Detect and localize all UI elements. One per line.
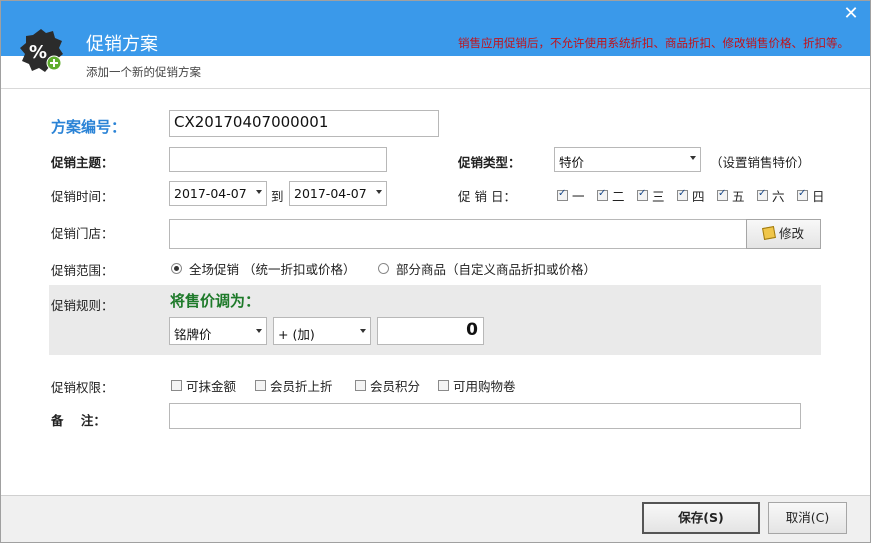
day-checkbox-6[interactable]: 六 [757, 186, 785, 205]
store-label: 促销门店： [51, 226, 114, 241]
range-all-label: 全场促销 （统一折扣或价格） [189, 262, 356, 277]
day-label: 促 销 日： [458, 189, 516, 204]
header-divider [0, 88, 871, 89]
perm-label-2: 会员折上折 [270, 379, 333, 394]
plan-no-field[interactable]: CX20170407000001 [169, 110, 439, 137]
radio-icon [171, 263, 182, 274]
note-input[interactable] [169, 403, 801, 429]
day-label-7: 日 [812, 189, 825, 204]
window-subtitle: 添加一个新的促销方案 [86, 65, 201, 79]
svg-text:%: % [29, 42, 47, 63]
day-checkbox-7[interactable]: 日 [797, 186, 825, 205]
notice-text: 销售应用促销后，不允许使用系统折扣、商品折扣、修改销售价格、折扣等。 [458, 36, 849, 50]
range-partial-label: 部分商品（自定义商品折扣或价格） [396, 262, 597, 277]
rule-label: 促销规则： [51, 298, 114, 313]
perm-label-3: 会员积分 [370, 379, 421, 394]
type-label: 促销类型： [458, 155, 521, 170]
chevron-down-icon [690, 156, 696, 160]
chevron-down-icon [376, 190, 382, 194]
checkbox-icon [717, 188, 728, 201]
edit-store-label: 修改 [778, 226, 804, 241]
plan-no-label: 方案编号： [51, 118, 127, 136]
perm-label-1: 可抹金额 [186, 379, 237, 394]
day-label-3: 三 [652, 189, 665, 204]
day-checkbox-2[interactable]: 二 [597, 186, 625, 205]
window-title: 促销方案 [86, 34, 158, 55]
perm-checkbox-3[interactable]: 会员积分 [355, 376, 420, 395]
checkbox-icon [677, 188, 688, 201]
day-label-4: 四 [692, 189, 705, 204]
checkbox-icon [557, 188, 568, 201]
date-to-picker[interactable]: 2017-04-07 [289, 181, 387, 206]
day-checkbox-5[interactable]: 五 [717, 186, 745, 205]
day-label-6: 六 [772, 189, 785, 204]
pencil-icon [762, 226, 776, 240]
operator-select[interactable]: + (加) [273, 317, 371, 345]
store-input[interactable] [169, 219, 747, 249]
day-label-2: 二 [612, 189, 625, 204]
chevron-down-icon [256, 190, 262, 194]
range-all-radio[interactable]: 全场促销 （统一折扣或价格） [171, 259, 355, 278]
theme-label: 促销主题： [51, 155, 114, 170]
day-checkbox-1[interactable]: 一 [557, 186, 585, 205]
perm-checkbox-4[interactable]: 可用购物卷 [438, 376, 516, 395]
chevron-down-icon [256, 329, 262, 333]
edit-store-button[interactable]: 修改 [746, 219, 821, 249]
checkbox-icon [438, 380, 449, 391]
checkbox-icon [255, 380, 266, 391]
close-icon[interactable]: ✕ [841, 4, 861, 24]
day-checkbox-3[interactable]: 三 [637, 186, 665, 205]
day-label-1: 一 [572, 189, 585, 204]
perm-checkbox-1[interactable]: 可抹金额 [171, 376, 236, 395]
checkbox-icon [797, 188, 808, 201]
checkbox-icon [637, 188, 648, 201]
type-hint: （设置销售特价） [710, 155, 811, 170]
percent-badge-icon: % [20, 29, 63, 72]
radio-icon [378, 263, 389, 274]
day-checkbox-4[interactable]: 四 [677, 186, 705, 205]
cancel-button[interactable]: 取消(C) [768, 502, 847, 534]
checkbox-icon [171, 380, 182, 391]
price-type-select[interactable]: 铭牌价 [169, 317, 267, 345]
chevron-down-icon [360, 329, 366, 333]
day-label-5: 五 [732, 189, 745, 204]
type-select[interactable]: 特价 [554, 147, 701, 172]
price-type-value: 铭牌价 [174, 327, 212, 342]
operator-value: + (加) [278, 327, 315, 342]
date-to-value: 2017-04-07 [294, 186, 367, 201]
save-button[interactable]: 保存(S) [642, 502, 760, 534]
note-label: 备 注： [51, 413, 106, 428]
range-label: 促销范围： [51, 263, 114, 278]
type-select-value: 特价 [559, 155, 585, 170]
theme-input[interactable] [169, 147, 387, 172]
range-partial-radio[interactable]: 部分商品（自定义商品折扣或价格） [378, 259, 596, 278]
perm-label-4: 可用购物卷 [453, 379, 516, 394]
time-label: 促销时间： [51, 189, 114, 204]
date-from-value: 2017-04-07 [174, 186, 247, 201]
perm-checkbox-2[interactable]: 会员折上折 [255, 376, 333, 395]
checkbox-icon [597, 188, 608, 201]
rule-title: 将售价调为： [170, 292, 261, 310]
checkbox-icon [355, 380, 366, 391]
rule-value-input[interactable]: 0 [377, 317, 484, 345]
checkbox-icon [757, 188, 768, 201]
perm-label: 促销权限： [51, 380, 114, 395]
date-to-label: 到 [271, 189, 284, 204]
date-from-picker[interactable]: 2017-04-07 [169, 181, 267, 206]
